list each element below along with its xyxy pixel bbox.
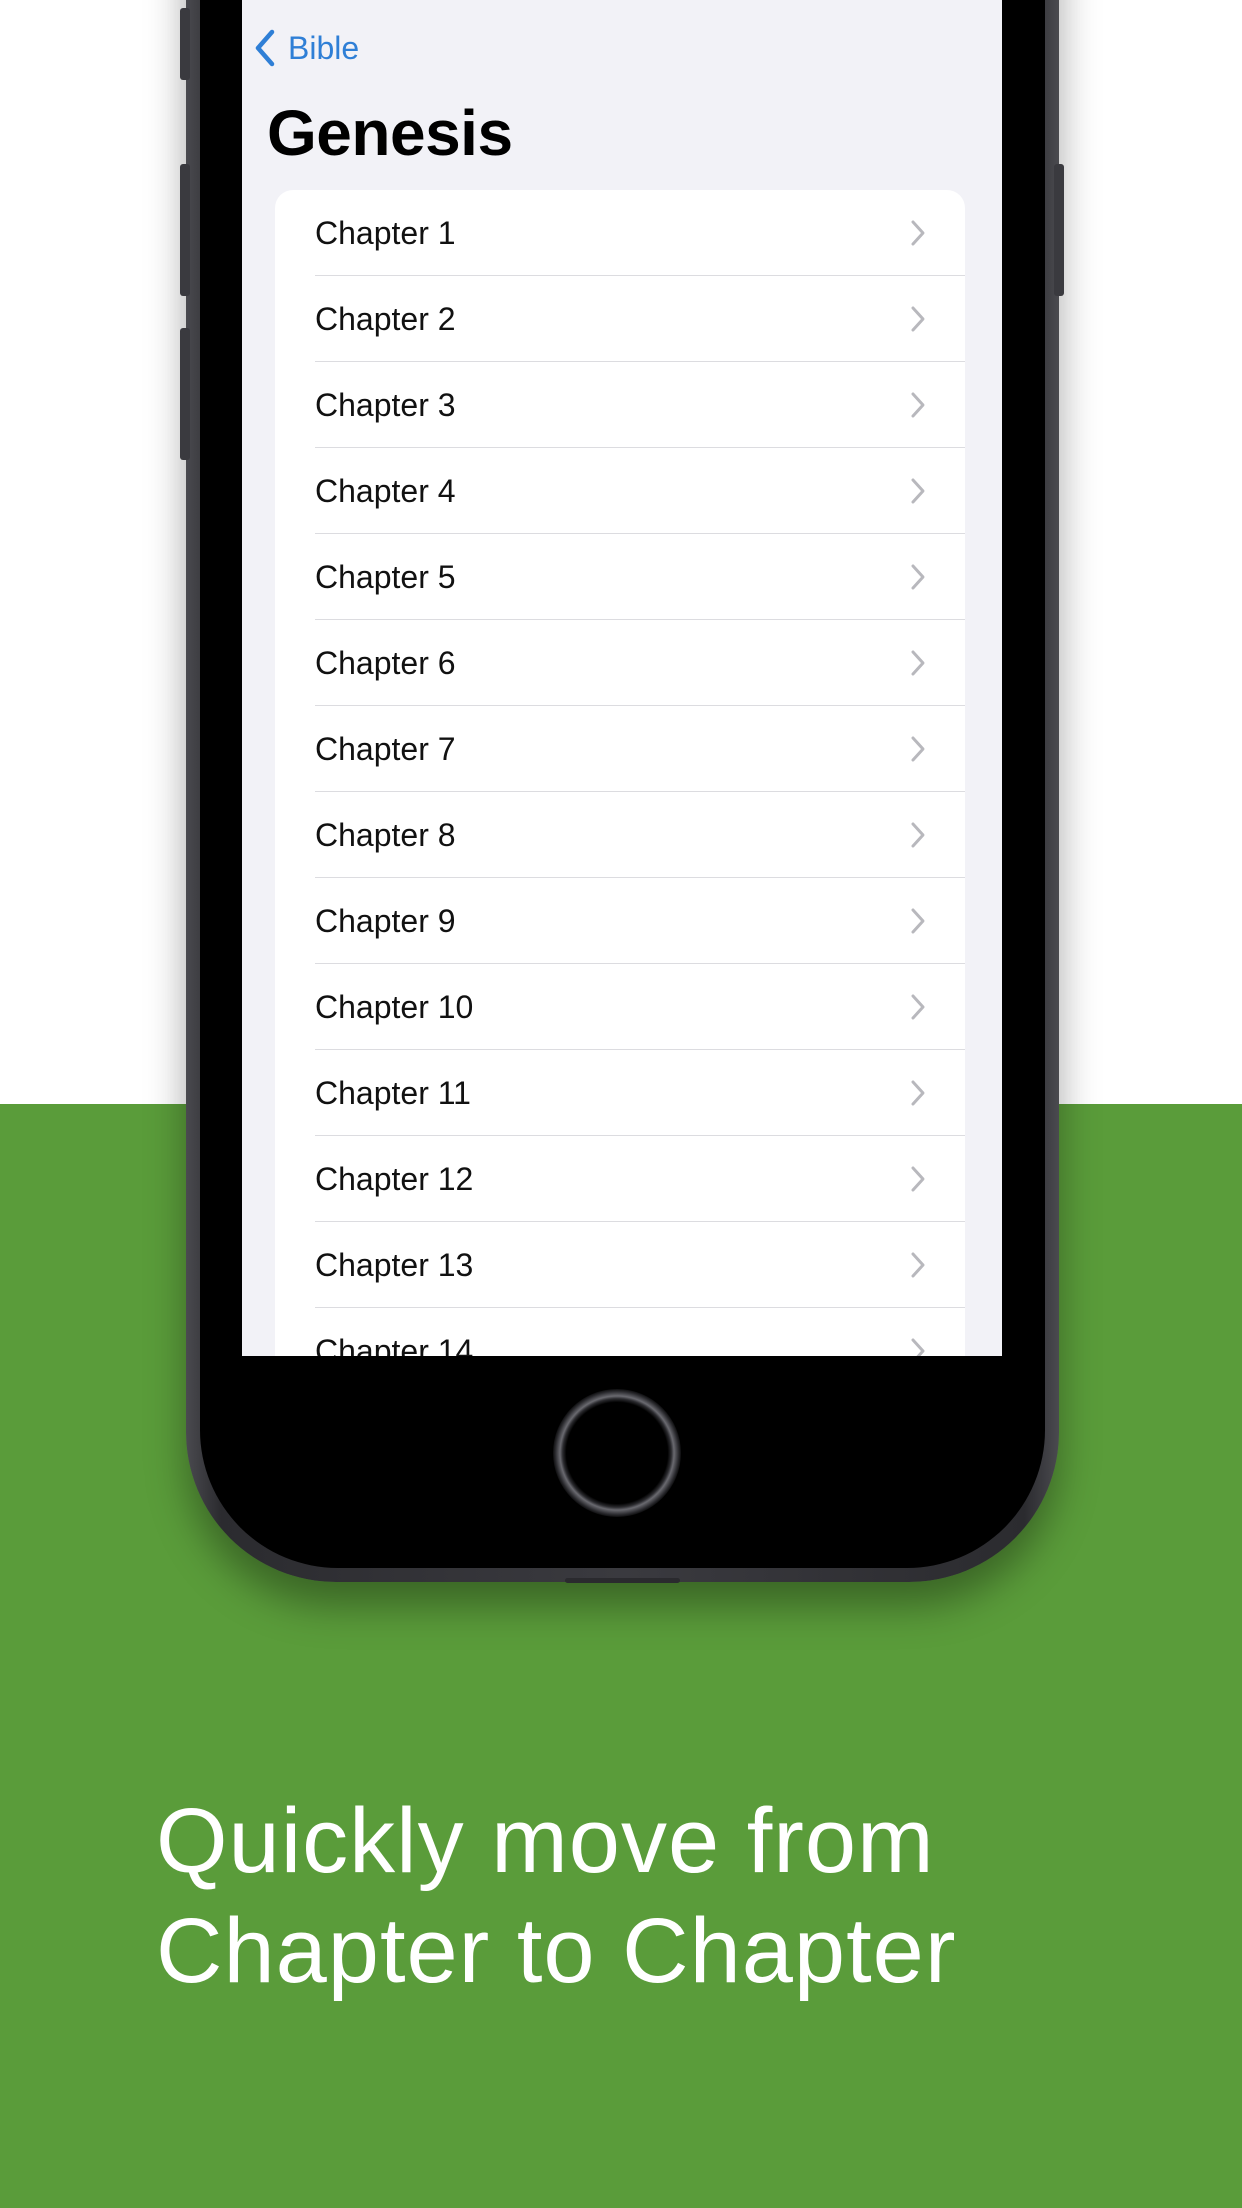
- phone-bottom-edge: [565, 1578, 680, 1583]
- headline-line-1: Quickly move from: [156, 1790, 935, 1892]
- chevron-right-icon: [911, 1080, 925, 1106]
- volume-up-button: [180, 164, 190, 296]
- chapter-row-label: Chapter 6: [315, 644, 456, 681]
- chevron-right-icon: [911, 736, 925, 762]
- chapter-row[interactable]: Chapter 12: [275, 1136, 965, 1222]
- back-button[interactable]: Bible: [252, 26, 359, 70]
- chapter-row-label: Chapter 4: [315, 472, 456, 509]
- chapter-row[interactable]: Chapter 9: [275, 878, 965, 964]
- chapter-row[interactable]: Chapter 10: [275, 964, 965, 1050]
- chevron-right-icon: [911, 1252, 925, 1278]
- power-button: [1054, 164, 1064, 296]
- chapter-row[interactable]: Chapter 3: [275, 362, 965, 448]
- chapter-row[interactable]: Chapter 4: [275, 448, 965, 534]
- chevron-right-icon: [911, 478, 925, 504]
- chapter-row-label: Chapter 8: [315, 816, 456, 853]
- page-title: Genesis: [267, 97, 513, 169]
- chapter-row[interactable]: Chapter 5: [275, 534, 965, 620]
- back-button-label: Bible: [288, 29, 360, 66]
- chapter-list: Chapter 1 Chapter 2 Chapter 3 Chapter 4 Chap…: [275, 190, 965, 1356]
- volume-down-button: [180, 328, 190, 460]
- chevron-right-icon: [911, 306, 925, 332]
- phone-screen: Bible Genesis Chapter 1 Chapter 2 Chapter …: [242, 0, 1002, 1356]
- mute-switch: [180, 8, 190, 80]
- chevron-right-icon: [911, 220, 925, 246]
- chevron-right-icon: [911, 564, 925, 590]
- chapter-row[interactable]: Chapter 14: [275, 1308, 965, 1356]
- chapter-row-label: Chapter 14: [315, 1332, 474, 1357]
- chapter-row-label: Chapter 11: [315, 1074, 471, 1111]
- chapter-row-label: Chapter 13: [315, 1246, 474, 1283]
- chapter-row[interactable]: Chapter 11: [275, 1050, 965, 1136]
- chevron-right-icon: [911, 908, 925, 934]
- headline-line-2: Chapter to Chapter: [156, 1900, 957, 2002]
- chevron-right-icon: [911, 822, 925, 848]
- chapter-row[interactable]: Chapter 2: [275, 276, 965, 362]
- chevron-left-icon: [255, 29, 275, 67]
- promo-headline: Quickly move from Chapter to Chapter: [156, 1786, 1156, 2006]
- chevron-right-icon: [911, 1338, 925, 1356]
- chapter-row-label: Chapter 1: [315, 214, 456, 251]
- chapter-row-label: Chapter 7: [315, 730, 456, 767]
- chevron-right-icon: [911, 392, 925, 418]
- chapter-row-label: Chapter 5: [315, 558, 456, 595]
- chapter-row[interactable]: Chapter 7: [275, 706, 965, 792]
- chevron-right-icon: [911, 994, 925, 1020]
- home-button[interactable]: [553, 1389, 681, 1517]
- chapter-row[interactable]: Chapter 8: [275, 792, 965, 878]
- chevron-right-icon: [911, 1166, 925, 1192]
- chapter-row[interactable]: Chapter 13: [275, 1222, 965, 1308]
- chapter-row-label: Chapter 2: [315, 300, 456, 337]
- chevron-right-icon: [911, 650, 925, 676]
- chapter-row-label: Chapter 3: [315, 386, 456, 423]
- chapter-row-label: Chapter 10: [315, 988, 474, 1025]
- chapter-row-label: Chapter 9: [315, 902, 456, 939]
- chapter-row[interactable]: Chapter 1: [275, 190, 965, 276]
- chapter-row[interactable]: Chapter 6: [275, 620, 965, 706]
- chapter-row-label: Chapter 12: [315, 1160, 474, 1197]
